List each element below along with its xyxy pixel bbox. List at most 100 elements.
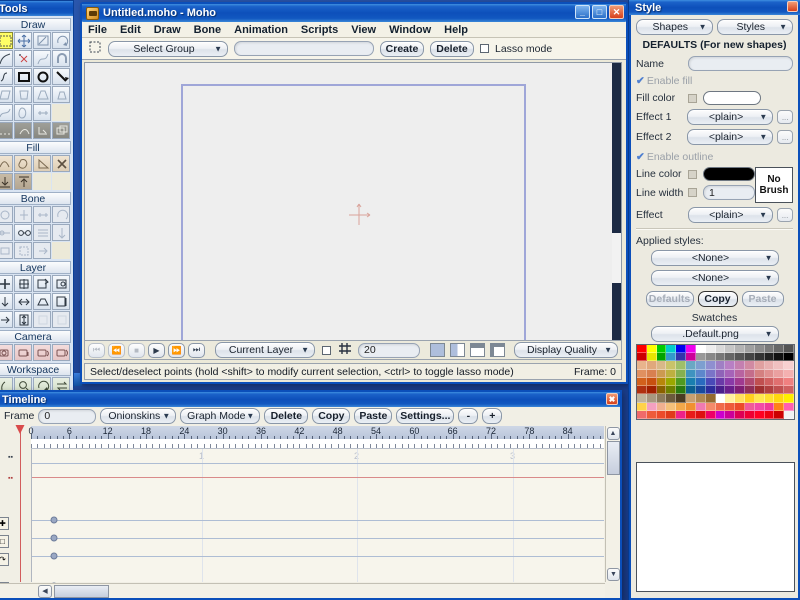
swatches-file-dropdown[interactable]: .Default.png ▼ <box>650 326 779 342</box>
swatch-123[interactable] <box>744 402 755 411</box>
tool-select-shape-icon[interactable] <box>0 155 13 172</box>
swatch-72[interactable] <box>715 377 726 387</box>
moho-canvas[interactable] <box>84 62 622 346</box>
swatch-84[interactable] <box>676 386 687 395</box>
swatch-16[interactable] <box>637 353 647 362</box>
moho-titlebar[interactable]: Untitled.moho - Moho _ □ ✕ <box>82 4 626 22</box>
swatch-3[interactable] <box>666 345 677 354</box>
timeline-vscroll-thumb[interactable] <box>606 441 620 475</box>
tool-bone-strength-icon[interactable] <box>0 224 13 241</box>
tool-raise-shape-icon[interactable] <box>14 173 32 190</box>
swatch-8[interactable] <box>715 345 726 354</box>
minimize-button[interactable]: _ <box>575 5 590 19</box>
tool-curve-profile-icon[interactable] <box>0 104 13 121</box>
swatch-12[interactable] <box>754 345 765 354</box>
tool-layer-disabled-1-icon[interactable] <box>33 311 51 328</box>
swatch-108[interactable] <box>754 394 765 403</box>
swatch-59[interactable] <box>744 369 755 378</box>
tool-scale-layer-icon[interactable] <box>14 275 32 292</box>
swatch-55[interactable] <box>705 369 716 378</box>
tool-add-point-icon[interactable] <box>0 50 13 67</box>
scroll-down-button[interactable]: ▼ <box>607 568 620 581</box>
menu-file[interactable]: File <box>88 24 107 36</box>
swatch-21[interactable] <box>686 353 696 362</box>
swatch-69[interactable] <box>686 377 696 387</box>
tool-translate-layer-icon[interactable] <box>0 275 13 292</box>
timeline-settings-button[interactable]: Settings... <box>396 408 455 424</box>
timeline-close-icon[interactable]: ✖ <box>606 393 618 405</box>
swatch-109[interactable] <box>764 394 775 403</box>
swatch-110[interactable] <box>774 394 785 403</box>
swatch-4[interactable] <box>676 345 687 354</box>
swatch-61[interactable] <box>764 369 775 378</box>
swatch-128[interactable] <box>637 410 647 419</box>
grid-icon[interactable] <box>338 342 352 358</box>
swatch-119[interactable] <box>705 402 716 411</box>
tool-paint-bucket-icon[interactable] <box>33 155 51 172</box>
canvas-scrollbar-thumb[interactable] <box>612 233 621 283</box>
tool-scale-bone-icon[interactable] <box>33 206 51 223</box>
swatch-116[interactable] <box>676 402 687 411</box>
swatch-51[interactable] <box>666 369 677 378</box>
swatches-grid[interactable] <box>636 344 795 420</box>
go-to-end-button[interactable]: ⏭ <box>188 342 205 358</box>
swatch-142[interactable] <box>774 410 785 419</box>
swatch-42[interactable] <box>735 361 745 370</box>
swatch-50[interactable] <box>656 369 667 378</box>
swatch-104[interactable] <box>715 394 726 403</box>
swatch-118[interactable] <box>695 402 706 411</box>
swatch-98[interactable] <box>656 394 667 403</box>
channel-translate-icon[interactable]: ✚ <box>0 517 9 530</box>
swatch-125[interactable] <box>764 402 775 411</box>
swatch-1[interactable] <box>646 345 657 354</box>
swatch-45[interactable] <box>764 361 775 370</box>
swatch-90[interactable] <box>735 386 745 395</box>
tool-rotate-bone-icon[interactable] <box>52 206 70 223</box>
swatch-25[interactable] <box>725 353 736 362</box>
swatch-28[interactable] <box>754 353 765 362</box>
swatch-126[interactable] <box>774 402 785 411</box>
effect1-options-button[interactable]: ... <box>777 110 793 124</box>
frame-count-input[interactable]: 20 <box>358 342 420 358</box>
swatch-20[interactable] <box>676 353 687 362</box>
marquee-select-icon[interactable] <box>88 40 102 57</box>
swatch-82[interactable] <box>656 386 667 395</box>
swatch-117[interactable] <box>686 402 696 411</box>
swatch-143[interactable] <box>784 410 794 419</box>
swatch-88[interactable] <box>715 386 726 395</box>
view-quad[interactable] <box>490 343 505 357</box>
swatch-40[interactable] <box>715 361 726 370</box>
swatch-34[interactable] <box>656 361 667 370</box>
timeline-horizontal-scrollbar[interactable]: ◀ <box>0 583 605 598</box>
layer-scope-dropdown[interactable]: Current Layer ▼ <box>215 342 315 358</box>
timeline-channel-row[interactable] <box>32 477 604 478</box>
styles-dropdown[interactable]: Styles ▼ <box>716 19 793 35</box>
swatch-7[interactable] <box>705 345 716 354</box>
swatch-53[interactable] <box>686 369 696 378</box>
swatch-135[interactable] <box>705 410 716 419</box>
style-panel-close-icon[interactable] <box>787 1 798 12</box>
applied-style-2-dropdown[interactable]: <None> ▼ <box>650 270 779 286</box>
tool-roll-camera-icon[interactable] <box>33 344 51 361</box>
swatch-141[interactable] <box>764 410 775 419</box>
swatch-130[interactable] <box>656 410 667 419</box>
display-quality-dropdown[interactable]: Display Quality ▼ <box>514 342 618 358</box>
timeline-keyframe-dot[interactable] <box>50 552 58 560</box>
menu-scripts[interactable]: Scripts <box>301 24 338 36</box>
swatch-137[interactable] <box>725 410 736 419</box>
swatch-129[interactable] <box>646 410 657 419</box>
swatch-36[interactable] <box>676 361 687 370</box>
swatch-60[interactable] <box>754 369 765 378</box>
swatch-44[interactable] <box>754 361 765 370</box>
line-width-input[interactable]: 1 <box>703 185 755 200</box>
timeline-zoom-out-button[interactable]: - <box>458 408 479 424</box>
tools-palette-titlebar[interactable]: Tools <box>0 1 73 16</box>
timeline-channel-row[interactable] <box>32 556 604 557</box>
go-to-start-button[interactable]: ⏮ <box>88 342 105 358</box>
channel-scale-icon[interactable]: □ <box>0 535 9 548</box>
swatch-96[interactable] <box>637 394 647 403</box>
tool-width-icon[interactable] <box>33 104 51 121</box>
swatch-134[interactable] <box>695 410 706 419</box>
view-two-pane[interactable] <box>450 343 465 357</box>
tool-create-shape-icon[interactable] <box>14 155 32 172</box>
